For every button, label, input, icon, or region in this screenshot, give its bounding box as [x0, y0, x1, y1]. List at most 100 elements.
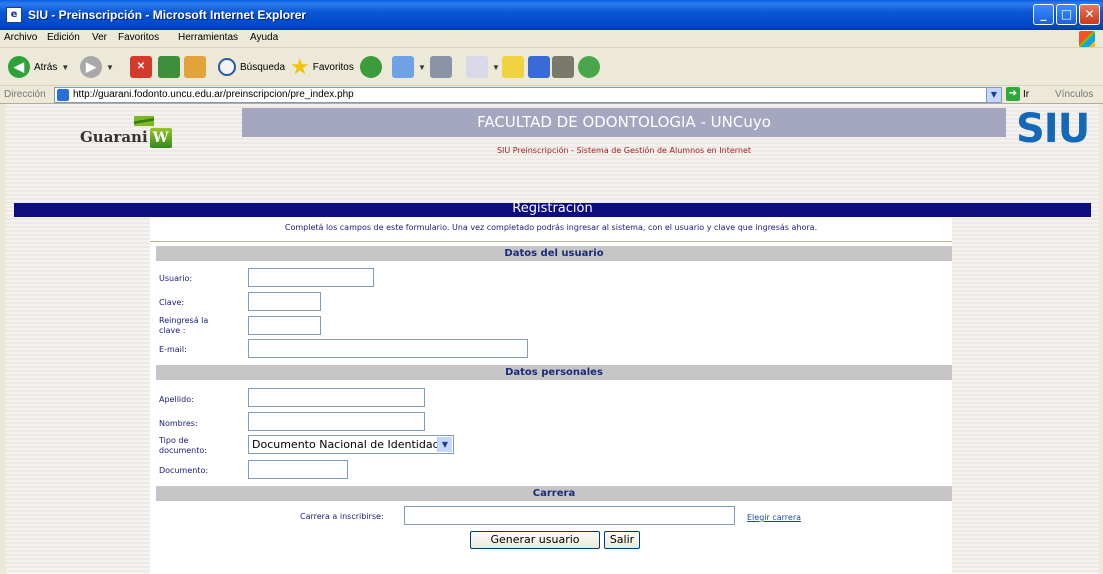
clave-input[interactable] — [248, 292, 321, 311]
menu-ver[interactable]: Ver — [92, 32, 107, 43]
header-band: FACULTAD DE ODONTOLOGIA - UNCuyo — [242, 108, 1006, 137]
tools-icon — [552, 56, 574, 78]
menu-edicion[interactable]: Edición — [47, 32, 80, 43]
chevron-down-icon[interactable]: ▼ — [437, 437, 452, 452]
email-input[interactable] — [248, 339, 528, 358]
go-arrow-icon: ➔ — [1006, 87, 1020, 101]
go-label: Ir — [1023, 88, 1030, 100]
faculty-title: FACULTAD DE ODONTOLOGIA - UNCuyo — [477, 113, 771, 131]
carrera-label: Carrera a inscribirse: — [300, 512, 384, 521]
back-button[interactable]: ◀ Atrás ▼ — [8, 54, 69, 80]
back-label: Atrás — [34, 61, 58, 73]
toolbar: ◀ Atrás ▼ ▶ ▼ ✕ Búsqueda ★ Favoritos ▼ ▼ — [0, 48, 1103, 86]
refresh-button[interactable] — [158, 54, 180, 80]
salir-button[interactable]: Salir — [604, 531, 640, 549]
nombres-input[interactable] — [248, 412, 425, 431]
window-title: SIU - Preinscripción - Microsoft Interne… — [28, 8, 307, 22]
menu-herramientas[interactable]: Herramientas — [178, 32, 238, 43]
favorites-label: Favoritos — [312, 61, 354, 73]
address-bar: Dirección http://guarani.fodonto.uncu.ed… — [0, 86, 1103, 104]
reclave-input[interactable] — [248, 316, 321, 335]
section-title: Registración — [512, 201, 593, 216]
tipo-doc-label-line1: Tipo de — [159, 436, 189, 445]
email-label: E-mail: — [159, 345, 187, 354]
generar-usuario-button[interactable]: Generar usuario — [470, 531, 600, 549]
folder-icon — [502, 56, 524, 78]
research-button[interactable] — [528, 54, 550, 80]
forward-arrow-icon: ▶ — [80, 56, 102, 78]
home-button[interactable] — [184, 54, 206, 80]
minimize-button[interactable]: _ — [1033, 4, 1054, 25]
print-button[interactable] — [430, 54, 452, 80]
forward-button[interactable]: ▶ ▼ — [80, 54, 114, 80]
guarani-logo-text: Guarani — [80, 128, 148, 146]
tipo-doc-label-line2: documento: — [159, 446, 207, 455]
guarani-logo: Guarani W — [80, 116, 172, 148]
reclave-label-line2: clave : — [159, 326, 186, 335]
nombres-label: Nombres: — [159, 419, 198, 428]
edit-button[interactable]: ▼ — [466, 54, 500, 80]
address-input[interactable]: http://guarani.fodonto.uncu.edu.ar/prein… — [54, 87, 1002, 103]
users-button[interactable] — [578, 54, 600, 80]
divider — [150, 241, 952, 242]
chevron-down-icon: ▼ — [492, 62, 500, 72]
refresh-icon — [158, 56, 180, 78]
guarani-w-icon: W — [149, 128, 172, 148]
pen-icon — [528, 56, 550, 78]
users-icon — [578, 56, 600, 78]
favorites-button[interactable]: ★ Favoritos — [290, 54, 354, 80]
search-label: Búsqueda — [240, 61, 286, 73]
form-intro: Completá los campos de este formulario. … — [284, 223, 818, 232]
go-button[interactable]: ➔ Ir — [1006, 87, 1029, 101]
apellido-input[interactable] — [248, 388, 425, 407]
menu-favoritos[interactable]: Favoritos — [118, 32, 159, 43]
siu-logo: SIU — [1016, 106, 1090, 152]
registration-form: Completá los campos de este formulario. … — [150, 217, 952, 574]
page-icon — [57, 89, 69, 101]
chevron-down-icon: ▼ — [418, 62, 426, 72]
ie-app-icon: e — [6, 7, 22, 23]
apellido-label: Apellido: — [159, 395, 194, 404]
messenger-button[interactable] — [552, 54, 574, 80]
back-arrow-icon: ◀ — [8, 56, 30, 78]
windows-logo-icon — [1079, 31, 1095, 47]
edit-icon — [466, 56, 488, 78]
chevron-down-icon: ▼ — [106, 62, 114, 72]
menu-ayuda[interactable]: Ayuda — [250, 32, 278, 43]
stop-icon: ✕ — [130, 56, 152, 78]
mail-button[interactable]: ▼ — [392, 54, 426, 80]
mail-icon — [392, 56, 414, 78]
usuario-label: Usuario: — [159, 274, 193, 283]
menu-bar: Archivo Edición Ver Favoritos Herramient… — [0, 30, 1103, 48]
section-header: Registración — [14, 201, 1091, 217]
stop-button[interactable]: ✕ — [130, 54, 152, 80]
documento-label: Documento: — [159, 466, 209, 475]
usuario-input[interactable] — [248, 268, 374, 287]
close-button[interactable]: ✕ — [1079, 4, 1100, 25]
group-career: Carrera — [156, 486, 952, 501]
elegir-carrera-link[interactable]: Elegir carrera — [747, 513, 801, 522]
chevron-down-icon: ▼ — [61, 62, 70, 72]
clave-label: Clave: — [159, 298, 185, 307]
discuss-button[interactable] — [502, 54, 524, 80]
page-viewport: Guarani W FACULTAD DE ODONTOLOGIA - UNCuy… — [0, 104, 1103, 574]
carrera-input[interactable] — [404, 506, 735, 525]
window-right-edge — [1099, 104, 1103, 574]
menu-archivo[interactable]: Archivo — [4, 32, 37, 43]
tipo-documento-value: Documento Nacional de Identidad — [252, 438, 440, 451]
print-icon — [430, 56, 452, 78]
history-button[interactable] — [360, 54, 382, 80]
system-subtitle: SIU Preinscripción - Sistema de Gestión … — [496, 146, 752, 155]
history-icon — [360, 56, 382, 78]
documento-input[interactable] — [248, 460, 348, 479]
links-toolbar[interactable]: Vínculos — [1055, 89, 1093, 100]
guarani-flag-icon — [134, 116, 154, 126]
tipo-documento-select[interactable]: Documento Nacional de Identidad ▼ — [248, 435, 454, 454]
home-icon — [184, 56, 206, 78]
address-label: Dirección — [4, 89, 46, 100]
group-personal-data: Datos personales — [156, 365, 952, 380]
maximize-button[interactable]: □ — [1056, 4, 1077, 25]
search-button[interactable]: Búsqueda — [218, 54, 285, 80]
window-title-bar: e SIU - Preinscripción - Microsoft Inter… — [0, 0, 1103, 30]
chevron-down-icon[interactable]: ▼ — [986, 88, 1001, 102]
